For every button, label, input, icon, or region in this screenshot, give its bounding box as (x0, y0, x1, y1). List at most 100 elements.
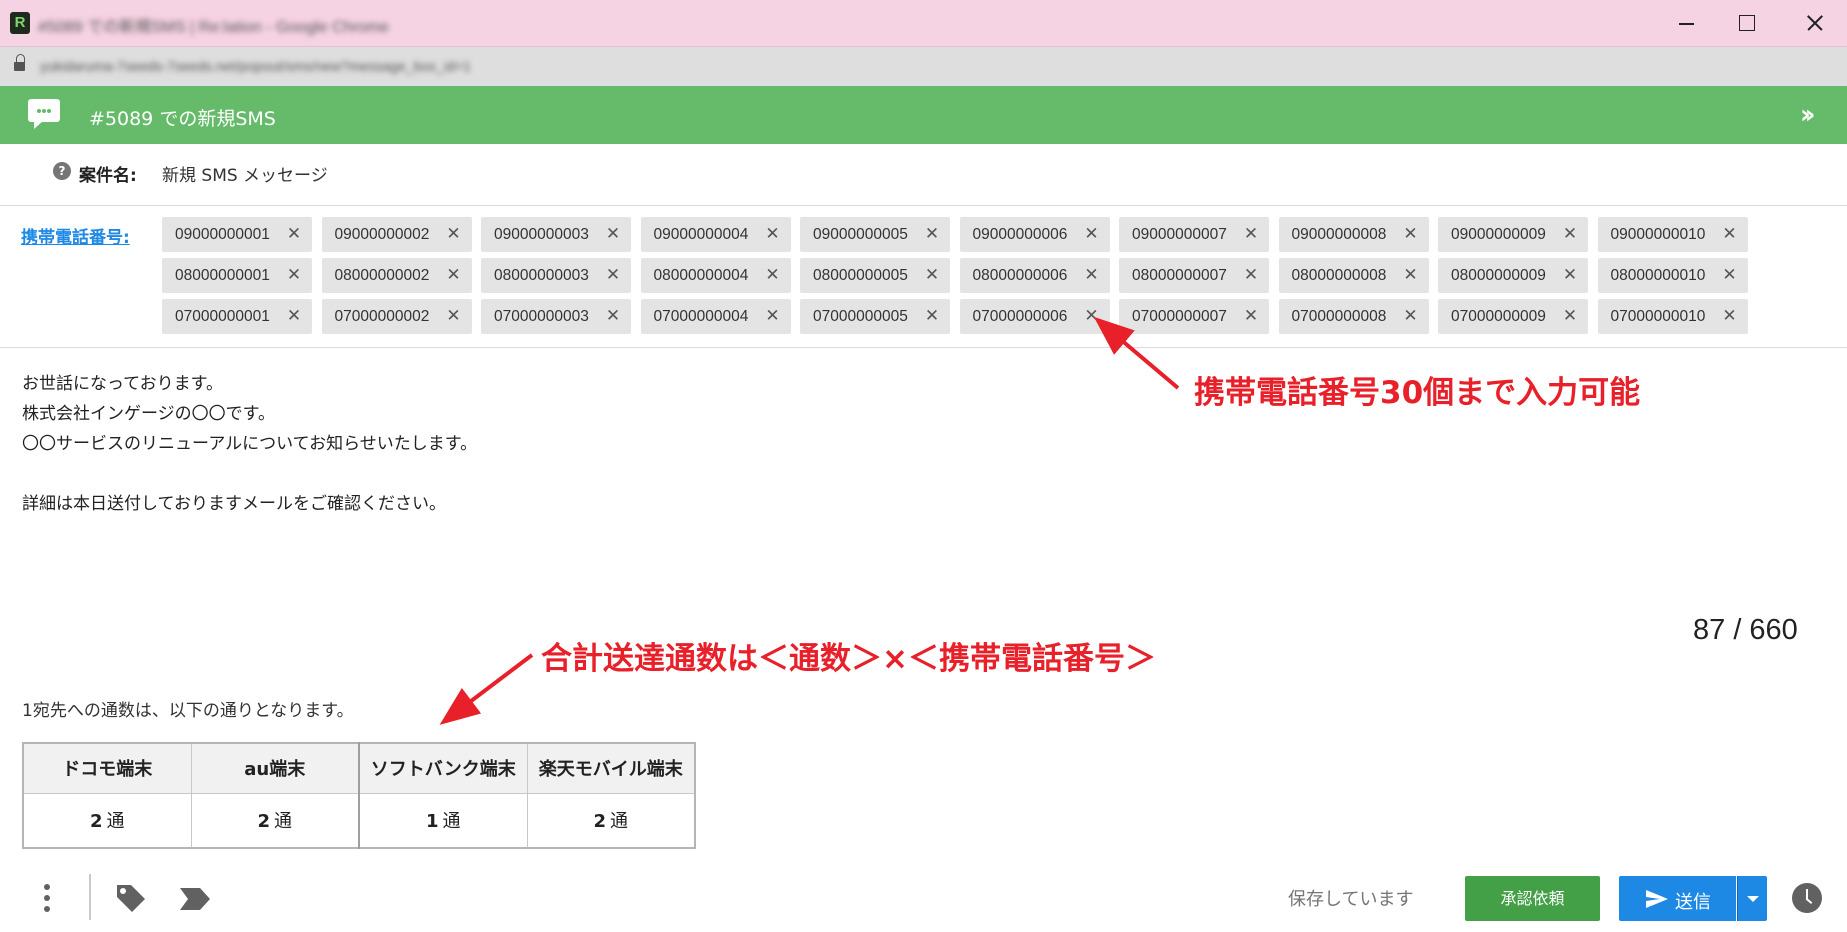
remove-chip-icon[interactable]: ✕ (1560, 264, 1580, 286)
remove-chip-icon[interactable]: ✕ (1720, 305, 1740, 327)
phone-chip[interactable]: 09000000009 ✕ (1438, 217, 1588, 252)
app-logo-icon: R (10, 12, 30, 34)
phone-chip[interactable]: 07000000008 ✕ (1278, 299, 1429, 334)
phone-chip-number: 08000000007 (1132, 267, 1227, 284)
send-label: 送信 (1675, 892, 1711, 913)
remove-chip-icon[interactable]: ✕ (1082, 305, 1102, 327)
remove-chip-icon[interactable]: ✕ (1720, 264, 1740, 286)
phone-chip[interactable]: 07000000001 ✕ (162, 299, 312, 334)
remove-chip-icon[interactable]: ✕ (1401, 305, 1421, 327)
remove-chip-icon[interactable]: ✕ (603, 305, 623, 327)
tag-icon[interactable] (114, 881, 148, 915)
remove-chip-icon[interactable]: ✕ (1082, 264, 1102, 286)
phone-chip[interactable]: 09000000001 ✕ (162, 217, 312, 252)
phone-numbers-label[interactable]: 携帯電話番号: (21, 223, 130, 248)
remove-chip-icon[interactable]: ✕ (1241, 264, 1261, 286)
count-caption: 1宛先への通数は、以下の通りとなります。 (22, 701, 354, 721)
phone-chip[interactable]: 08000000004 ✕ (640, 258, 791, 293)
remove-chip-icon[interactable]: ✕ (444, 305, 464, 327)
phone-chip[interactable]: 08000000005 ✕ (800, 258, 950, 293)
remove-chip-icon[interactable]: ✕ (922, 223, 942, 245)
phone-chip[interactable]: 07000000009 ✕ (1438, 299, 1588, 334)
phone-chip[interactable]: 08000000010 ✕ (1597, 258, 1748, 293)
remove-chip-icon[interactable]: ✕ (922, 305, 942, 327)
more-options-icon[interactable] (44, 884, 50, 912)
phone-chip-number: 07000000006 (972, 308, 1068, 325)
remove-chip-icon[interactable]: ✕ (444, 223, 464, 245)
phone-chip-number: 09000000007 (1132, 226, 1227, 243)
remove-chip-icon[interactable]: ✕ (1401, 223, 1421, 245)
phone-chip-number: 09000000002 (334, 226, 430, 243)
message-line: 詳細は本日送付しておりますメールをご確認ください。 (22, 494, 446, 514)
phone-chip[interactable]: 08000000002 ✕ (321, 258, 472, 293)
message-count: 2 (89, 811, 103, 833)
phone-chip[interactable]: 09000000008 ✕ (1278, 217, 1429, 252)
remove-chip-icon[interactable]: ✕ (1241, 223, 1261, 245)
phone-chip-number: 09000000005 (813, 226, 908, 243)
remove-chip-icon[interactable]: ✕ (1241, 305, 1261, 327)
remove-chip-icon[interactable]: ✕ (1560, 223, 1580, 245)
phone-chip[interactable]: 09000000007 ✕ (1119, 217, 1269, 252)
phone-chip[interactable]: 07000000003 ✕ (481, 299, 631, 334)
remove-chip-icon[interactable]: ✕ (284, 223, 304, 245)
remove-chip-icon[interactable]: ✕ (763, 305, 783, 327)
approval-request-button[interactable]: 承認依頼 (1465, 876, 1600, 921)
remove-chip-icon[interactable]: ✕ (1401, 264, 1421, 286)
phone-chip-number: 09000000008 (1291, 226, 1387, 243)
phone-chip[interactable]: 09000000004 ✕ (640, 217, 791, 252)
subject-row: ? 案件名: 新規 SMS メッセージ (0, 144, 1847, 206)
schedule-clock-icon[interactable] (1792, 883, 1822, 913)
phone-chip[interactable]: 09000000006 ✕ (959, 217, 1110, 252)
phone-chip[interactable]: 07000000002 ✕ (321, 299, 472, 334)
annotation-max-numbers: 携帯電話番号30個まで入力可能 (1194, 375, 1641, 411)
remove-chip-icon[interactable]: ✕ (284, 305, 304, 327)
url-text[interactable]: yukidaruma-7seeds-7seeds.net/popout/sms/… (40, 58, 740, 74)
remove-chip-icon[interactable]: ✕ (1560, 305, 1580, 327)
label-arrow-icon[interactable] (178, 886, 212, 912)
address-bar[interactable]: yukidaruma-7seeds-7seeds.net/popout/sms/… (0, 47, 1847, 86)
phone-chip[interactable]: 08000000006 ✕ (959, 258, 1110, 293)
phone-chip[interactable]: 08000000003 ✕ (481, 258, 631, 293)
subject-value[interactable]: 新規 SMS メッセージ (162, 161, 328, 186)
remove-chip-icon[interactable]: ✕ (603, 223, 623, 245)
remove-chip-icon[interactable]: ✕ (284, 264, 304, 286)
phone-chip-number: 08000000008 (1291, 267, 1387, 284)
phone-chip[interactable]: 08000000001 ✕ (162, 258, 312, 293)
phone-chip-number: 07000000010 (1610, 308, 1706, 325)
phone-chip[interactable]: 07000000004 ✕ (640, 299, 791, 334)
remove-chip-icon[interactable]: ✕ (763, 264, 783, 286)
double-chevron-right-icon[interactable]: ›› (1800, 102, 1816, 128)
phone-chip[interactable]: 07000000007 ✕ (1119, 299, 1269, 334)
phone-chip[interactable]: 09000000005 ✕ (800, 217, 950, 252)
minimize-button[interactable] (1666, 6, 1706, 40)
phone-chip-number: 09000000003 (494, 226, 589, 243)
phone-chip[interactable]: 07000000005 ✕ (800, 299, 950, 334)
phone-chip[interactable]: 07000000006 ✕ (959, 299, 1110, 334)
phone-chip[interactable]: 07000000010 ✕ (1597, 299, 1748, 334)
close-button[interactable] (1794, 6, 1834, 40)
send-button[interactable]: 送信 (1619, 876, 1736, 921)
phone-chip-number: 09000000001 (175, 226, 270, 243)
phone-numbers-field: 携帯電話番号: 09000000001 ✕ 09000000002 ✕ 09000000… (0, 206, 1847, 348)
carrier-header: 楽天モバイル端末 (526, 742, 696, 794)
help-icon[interactable]: ? (53, 162, 71, 180)
maximize-button[interactable] (1726, 6, 1766, 40)
phone-chip[interactable]: 08000000009 ✕ (1438, 258, 1588, 293)
remove-chip-icon[interactable]: ✕ (444, 264, 464, 286)
character-counter: 87 / 660 (1693, 614, 1798, 646)
phone-chip[interactable]: 08000000008 ✕ (1278, 258, 1429, 293)
lock-icon (14, 54, 25, 73)
save-status: 保存しています (1288, 889, 1414, 910)
remove-chip-icon[interactable]: ✕ (763, 223, 783, 245)
phone-chip[interactable]: 08000000007 ✕ (1119, 258, 1269, 293)
phone-chip[interactable]: 09000000010 ✕ (1597, 217, 1748, 252)
remove-chip-icon[interactable]: ✕ (603, 264, 623, 286)
send-options-dropdown[interactable] (1737, 876, 1767, 921)
remove-chip-icon[interactable]: ✕ (1720, 223, 1740, 245)
remove-chip-icon[interactable]: ✕ (1082, 223, 1102, 245)
phone-chip[interactable]: 09000000002 ✕ (321, 217, 472, 252)
phone-chip-number: 07000000005 (813, 308, 908, 325)
phone-chip[interactable]: 09000000003 ✕ (481, 217, 631, 252)
window-title: #5089 での新規SMS | Re:lation - Google Chrom… (38, 19, 389, 36)
remove-chip-icon[interactable]: ✕ (922, 264, 942, 286)
